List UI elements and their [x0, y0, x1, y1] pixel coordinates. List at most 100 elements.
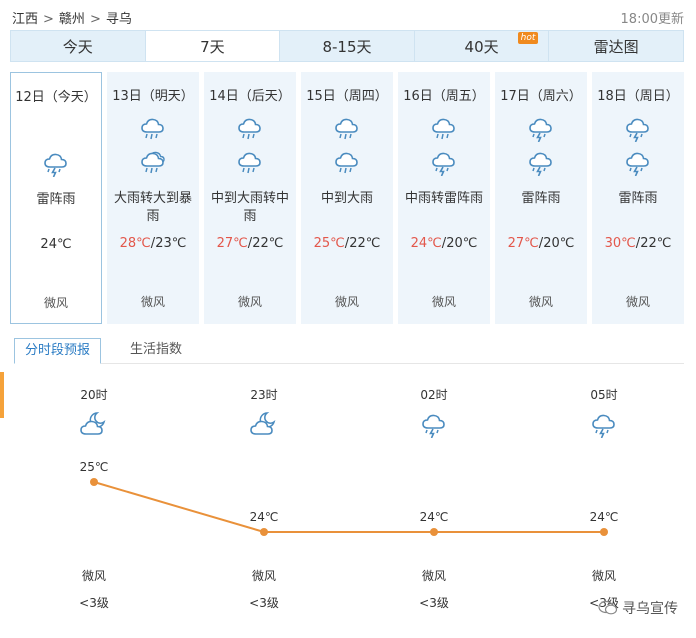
high-temperature: 24℃ [410, 236, 442, 251]
rainstorm-icon [107, 148, 199, 176]
temperature-point [90, 478, 98, 486]
thunderstorm-icon [11, 149, 101, 177]
breadcrumb-county: 寻乌 [105, 12, 132, 27]
low-temperature: 20℃ [446, 236, 478, 251]
temperature-range: 30℃/22℃ [592, 236, 684, 251]
tab-7-days[interactable]: 7天 [145, 30, 281, 62]
high-temperature: 27℃ [216, 236, 248, 251]
breadcrumb-separator: > [43, 12, 54, 27]
temperature-range: 27℃/22℃ [204, 236, 296, 251]
rain-icon [204, 148, 296, 176]
day-card[interactable]: 14日（后天） 中到大雨转中雨 27℃/22℃ 微风 [204, 72, 296, 324]
wechat-icon [598, 600, 618, 615]
wind: 微风 [431, 295, 456, 309]
weather-description: 雷阵雨 [521, 191, 561, 206]
rain-icon [398, 114, 490, 142]
hour-time: 23时 [250, 388, 278, 402]
hour-temperature: 24℃ [419, 510, 449, 524]
high-temperature: 30℃ [604, 236, 636, 251]
thunderstorm-icon [419, 410, 449, 442]
weather-description: 中到大雨 [320, 191, 373, 206]
hour-time: 20时 [80, 388, 108, 402]
tab-life-index[interactable]: 生活指数 [120, 338, 192, 364]
low-temperature: 23℃ [155, 236, 187, 251]
rain-icon [204, 114, 296, 142]
daily-forecast: 12日（今天） 雷阵雨 24℃ 微风 13日（明天） 大雨转大到暴雨 28℃/23℃ 微风 14… [10, 72, 684, 326]
weather-description: 雷阵雨 [36, 192, 76, 207]
day-card[interactable]: 18日（周日） 雷阵雨 30℃/22℃ 微风 [592, 72, 684, 324]
low-temperature: 22℃ [640, 236, 672, 251]
day-date: 16日（周五） [403, 89, 485, 104]
rain-icon [301, 148, 393, 176]
hour-wind: 微风 [81, 569, 107, 583]
tab-label: 7天 [200, 38, 225, 56]
tab-radar[interactable]: 雷达图 [549, 30, 684, 62]
hour-wind: 微风 [591, 569, 617, 583]
temperature-range: 25℃/22℃ [301, 236, 393, 251]
hour-temperature: 24℃ [249, 510, 279, 524]
temperature-point [260, 528, 268, 536]
wind: 微风 [625, 295, 650, 309]
temperature-range: 24℃/20℃ [398, 236, 490, 251]
temperature-range: 27℃/20℃ [495, 236, 587, 251]
night-cloudy-icon [79, 410, 109, 442]
hot-badge: hot [517, 32, 539, 44]
watermark: 寻乌宣传 [598, 598, 678, 618]
temperature-range: 28℃/23℃ [107, 236, 199, 251]
tab-label: 今天 [62, 38, 93, 56]
hour-time: 05时 [590, 388, 618, 402]
day-card[interactable]: 12日（今天） 雷阵雨 24℃ 微风 [10, 72, 102, 324]
thunderstorm-icon [495, 114, 587, 142]
hour-time: 02时 [420, 388, 448, 402]
hour-wind-level: <3级 [419, 596, 449, 610]
watermark-text: 寻乌宣传 [622, 601, 678, 617]
forecast-tabs: 今天 7天 8-15天 40天 hot 雷达图 [10, 30, 684, 62]
day-card[interactable]: 15日（周四） 中到大雨 25℃/22℃ 微风 [301, 72, 393, 324]
wind: 微风 [528, 295, 553, 309]
day-date: 12日（今天） [15, 90, 97, 105]
rain-icon [301, 114, 393, 142]
breadcrumb: 江西 > 赣州 > 寻乌 [12, 8, 132, 27]
temperature-range: 24℃ [11, 237, 101, 252]
thunderstorm-icon [398, 148, 490, 176]
top-bar: 江西 > 赣州 > 寻乌 18:00更新 [0, 0, 696, 30]
day-card[interactable]: 13日（明天） 大雨转大到暴雨 28℃/23℃ 微风 [107, 72, 199, 324]
wind: 微风 [140, 295, 165, 309]
hour-wind: 微风 [421, 569, 447, 583]
tab-8-15-days[interactable]: 8-15天 [280, 30, 415, 62]
day-date: 13日（明天） [112, 89, 194, 104]
hour-temperature: 25℃ [79, 460, 109, 474]
weather-description: 大雨转大到暴雨 [113, 191, 192, 224]
tab-hourly-forecast[interactable]: 分时段预报 [14, 338, 102, 364]
weather-description: 雷阵雨 [618, 191, 658, 206]
wind: 微风 [43, 296, 68, 310]
hour-wind-level: <3级 [79, 596, 109, 610]
weather-description: 中到大雨转中雨 [210, 191, 289, 224]
temperature-point [430, 528, 438, 536]
update-time: 18:00更新 [620, 12, 684, 27]
day-date: 14日（后天） [209, 89, 291, 104]
tab-40-days[interactable]: 40天 hot [414, 30, 550, 62]
hour-temperature: 24℃ [589, 510, 619, 524]
low-temperature: 22℃ [349, 236, 381, 251]
thunderstorm-icon [589, 410, 619, 442]
tab-label: 雷达图 [593, 38, 639, 56]
low-temperature: 20℃ [543, 236, 575, 251]
high-temperature: 27℃ [507, 236, 539, 251]
day-date: 15日（周四） [306, 89, 388, 104]
thunderstorm-icon [592, 114, 684, 142]
tab-label: 8-15天 [322, 38, 372, 56]
day-card[interactable]: 16日（周五） 中雨转雷阵雨 24℃/20℃ 微风 [398, 72, 490, 324]
temperature-point [600, 528, 608, 536]
breadcrumb-city[interactable]: 赣州 [59, 12, 85, 27]
wind: 微风 [334, 295, 359, 309]
hourly-forecast: 20时 25℃ 微风 <3级 23时 24℃ 微风 <3级 02时 24℃ 微风 <3级 05时 24℃ 微… [0, 370, 696, 638]
tab-label: 40天 [464, 38, 499, 56]
thunderstorm-icon [592, 148, 684, 176]
hour-wind: 微风 [251, 569, 277, 583]
wind: 微风 [237, 295, 262, 309]
tab-today[interactable]: 今天 [10, 30, 146, 62]
day-card[interactable]: 17日（周六） 雷阵雨 27℃/20℃ 微风 [495, 72, 587, 324]
breadcrumb-province[interactable]: 江西 [12, 12, 38, 27]
thunderstorm-icon [495, 148, 587, 176]
